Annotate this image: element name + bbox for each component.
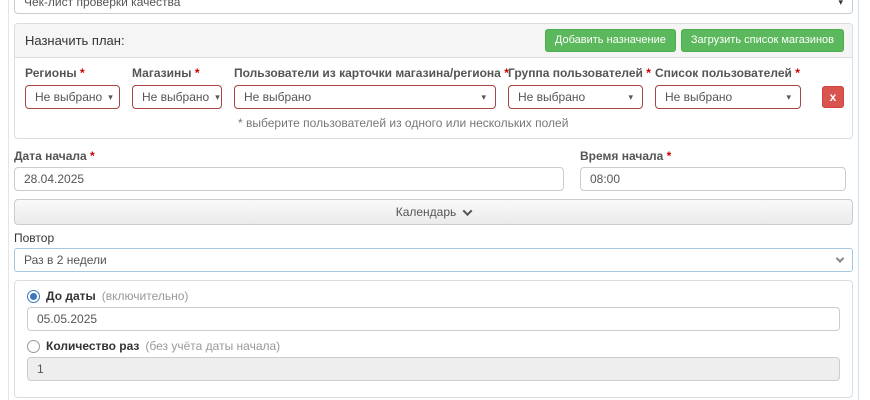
repeat-field: Повтор Раз в 2 недели: [14, 231, 853, 272]
field-user-group: Группа пользователей * Не выбрано ▾: [508, 66, 643, 109]
by-count-hint: (без учёта даты начала): [145, 339, 280, 353]
required-mark: *: [90, 149, 95, 163]
end-date-input[interactable]: [27, 307, 840, 331]
by-date-label: До даты: [46, 289, 96, 303]
stores-select[interactable]: Не выбрано ▾: [132, 85, 222, 109]
field-user-list: Список пользователей * Не выбрано ▾: [655, 66, 801, 109]
chevron-down-icon: [836, 254, 844, 262]
regions-select[interactable]: Не выбрано ▾: [25, 85, 120, 109]
by-count-label: Количество раз: [46, 339, 139, 353]
required-mark: *: [646, 66, 651, 80]
card-users-label: Пользователи из карточки магазина/регион…: [234, 66, 496, 80]
repeat-select-value: Раз в 2 недели: [24, 253, 107, 267]
by-date-radio[interactable]: [27, 290, 40, 303]
start-row: Дата начала * Время начала *: [14, 149, 853, 191]
close-icon: x: [830, 91, 837, 103]
start-time-field: Время начала *: [580, 149, 846, 191]
start-date-input[interactable]: [14, 167, 564, 191]
assign-header-buttons: Добавить назначение Загрузить список маг…: [545, 29, 844, 52]
end-condition-panel: До даты (включительно) Количество раз (б…: [14, 280, 853, 398]
field-regions: Регионы * Не выбрано ▾: [25, 66, 120, 109]
user-list-select-value: Не выбрано: [665, 90, 732, 104]
upload-store-list-button[interactable]: Загрузить список магазинов: [681, 29, 844, 52]
form-container: Чек-лист проверки качества ▾ Назначить п…: [8, 0, 859, 400]
required-mark: *: [667, 149, 672, 163]
assignment-fields-row: Регионы * Не выбрано ▾ Магазины * Не выб…: [25, 66, 844, 109]
regions-select-value: Не выбрано: [35, 90, 102, 104]
user-group-label: Группа пользователей *: [508, 66, 643, 80]
required-mark: *: [195, 66, 200, 80]
calendar-toggle[interactable]: Календарь: [14, 199, 853, 225]
add-assignment-button[interactable]: Добавить назначение: [545, 29, 676, 52]
caret-down-icon: ▾: [481, 90, 486, 104]
repeat-select[interactable]: Раз в 2 недели: [14, 248, 853, 272]
start-date-label: Дата начала *: [14, 149, 564, 163]
field-stores: Магазины * Не выбрано ▾: [132, 66, 222, 109]
user-list-label: Список пользователей *: [655, 66, 801, 80]
stores-select-value: Не выбрано: [142, 90, 209, 104]
card-users-select-value: Не выбрано: [244, 90, 311, 104]
assign-plan-header: Назначить план: Добавить назначение Загр…: [15, 24, 852, 58]
repeat-label: Повтор: [14, 231, 853, 245]
start-date-field: Дата начала *: [14, 149, 564, 191]
by-date-hint: (включительно): [102, 289, 189, 303]
required-mark: *: [80, 66, 85, 80]
by-count-radio[interactable]: [27, 340, 40, 353]
assign-plan-panel: Назначить план: Добавить назначение Загр…: [14, 23, 853, 139]
fields-note: * выберите пользователей из одного или н…: [238, 116, 844, 130]
caret-down-icon: ▾: [628, 90, 633, 104]
regions-label: Регионы *: [25, 66, 120, 80]
caret-down-icon: ▾: [108, 90, 113, 104]
by-date-radio-row[interactable]: До даты (включительно): [27, 289, 840, 303]
assign-plan-body: Регионы * Не выбрано ▾ Магазины * Не выб…: [15, 58, 852, 138]
assign-plan-title: Назначить план:: [25, 33, 125, 48]
caret-down-icon: ▾: [786, 90, 791, 104]
checklist-select[interactable]: Чек-лист проверки качества ▾: [14, 0, 853, 14]
card-users-select[interactable]: Не выбрано ▾: [234, 85, 496, 109]
user-group-select-value: Не выбрано: [518, 90, 585, 104]
delete-assignment-button[interactable]: x: [822, 86, 844, 108]
calendar-toggle-label: Календарь: [396, 205, 457, 219]
chevron-down-icon: [463, 206, 473, 216]
user-list-select[interactable]: Не выбрано ▾: [655, 85, 801, 109]
stores-label: Магазины *: [132, 66, 222, 80]
field-card-users: Пользователи из карточки магазина/регион…: [234, 66, 496, 109]
required-mark: *: [795, 66, 800, 80]
by-count-radio-row[interactable]: Количество раз (без учёта даты начала): [27, 339, 840, 353]
start-time-input[interactable]: [580, 167, 846, 191]
caret-down-icon: ▾: [838, 0, 843, 9]
checklist-select-value: Чек-лист проверки качества: [24, 0, 180, 9]
user-group-select[interactable]: Не выбрано ▾: [508, 85, 643, 109]
caret-down-icon: ▾: [215, 90, 220, 104]
repeat-count-input[interactable]: [27, 357, 840, 381]
start-time-label: Время начала *: [580, 149, 846, 163]
